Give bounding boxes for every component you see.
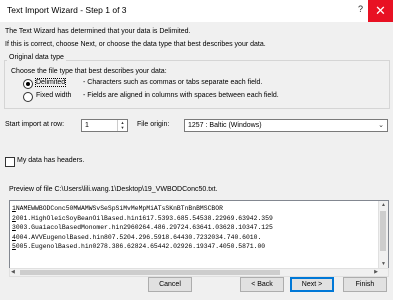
scroll-right-icon[interactable]: ▶: [374, 269, 378, 275]
file-type-prompt: Choose the file type that best describes…: [11, 68, 167, 75]
vertical-scrollbar[interactable]: ▲ ▼: [378, 201, 388, 268]
wizard-intro-line2: If this is correct, choose Next, or choo…: [5, 41, 266, 48]
delimited-description: - Characters such as commas or tabs sepa…: [83, 79, 263, 86]
help-icon[interactable]: ?: [358, 4, 363, 14]
start-row-label: Start import at row:: [5, 121, 65, 128]
next-button[interactable]: Next >: [290, 277, 334, 292]
scroll-up-icon[interactable]: ▲: [379, 202, 388, 208]
delimited-radio[interactable]: [23, 79, 33, 89]
file-origin-select[interactable]: 1257 : Baltic (Windows) ⌄: [184, 119, 388, 132]
fixed-width-description: - Fields are aligned in columns with spa…: [83, 92, 279, 99]
spinner-arrows-icon[interactable]: ▲ ▼: [117, 120, 127, 131]
preview-line: 4004.AVVEugenolBased.hin807.5204.296.591…: [12, 233, 262, 241]
preview-line: 3003.GuaiacolBasedMonomer.hin2960264.486…: [12, 224, 273, 232]
group-label: Original data type: [7, 54, 66, 61]
file-origin-label: File origin:: [137, 121, 170, 128]
file-preview[interactable]: 1NAMEWWBODConc50MWAMWSvSeSpSiMvMeMpMiATs…: [9, 200, 389, 269]
horizontal-scrollbar[interactable]: ◀ ▶: [9, 268, 389, 277]
fixed-width-label[interactable]: Fixed width: [36, 92, 71, 99]
fixed-width-radio[interactable]: [23, 92, 33, 102]
scroll-down-icon[interactable]: ▼: [379, 261, 388, 267]
scroll-thumb[interactable]: [20, 270, 280, 275]
start-row-spinner[interactable]: 1 ▲ ▼: [81, 119, 128, 132]
scroll-left-icon[interactable]: ◀: [11, 269, 15, 275]
preview-line: 5005.EugenolBased.hin0278.386.62824.6544…: [12, 243, 266, 251]
wizard-intro-line1: The Text Wizard has determined that your…: [5, 28, 191, 35]
headers-checkbox[interactable]: [5, 157, 15, 167]
scroll-thumb[interactable]: [380, 211, 386, 251]
delimited-label[interactable]: Delimited: [34, 78, 67, 87]
back-button[interactable]: < Back: [240, 277, 284, 292]
window-title: Text Import Wizard - Step 1 of 3: [7, 5, 127, 15]
headers-label[interactable]: My data has headers.: [17, 157, 84, 164]
title-bar: Text Import Wizard - Step 1 of 3 ? ✕: [0, 0, 393, 22]
preview-lines: 1NAMEWWBODConc50MWAMWSvSeSpSiMvMeMpMiATs…: [12, 204, 273, 252]
close-button[interactable]: ✕: [368, 0, 393, 22]
chevron-down-icon[interactable]: ⌄: [378, 121, 384, 129]
preview-label: Preview of file C:\Users\lili.wang.1\Des…: [9, 186, 218, 193]
preview-line: 2001.HighOleicSoyBeanOilBased.hin1617.53…: [12, 214, 273, 222]
cancel-button[interactable]: Cancel: [148, 277, 192, 292]
file-origin-value: 1257 : Baltic (Windows): [188, 122, 262, 129]
preview-line: 1NAMEWWBODConc50MWAMWSvSeSpSiMvMeMpMiATs…: [12, 205, 223, 212]
start-row-value: 1: [85, 122, 89, 129]
finish-button[interactable]: Finish: [343, 277, 387, 292]
